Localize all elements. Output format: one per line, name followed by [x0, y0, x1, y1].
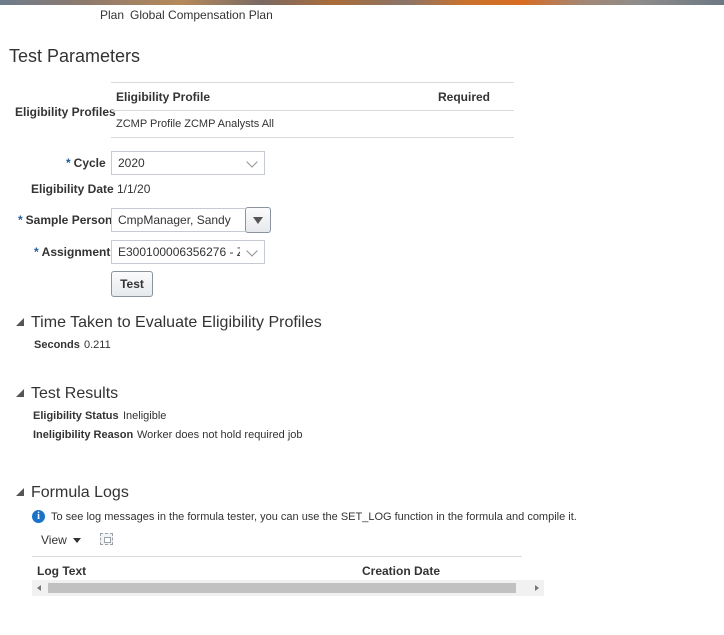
- required-asterisk: *: [18, 213, 23, 227]
- eligibility-status-label: Eligibility Status: [33, 410, 119, 422]
- column-header-log-text[interactable]: Log Text: [37, 564, 86, 578]
- column-header-creation-date[interactable]: Creation Date: [362, 564, 440, 578]
- table-row[interactable]: ZCMP Profile ZCMP Analysts All: [111, 111, 514, 137]
- seconds-label: Seconds: [34, 339, 80, 351]
- view-menu-label: View: [41, 533, 67, 547]
- info-message: To see log messages in the formula teste…: [51, 511, 577, 523]
- collapse-triangle-icon[interactable]: [16, 318, 24, 326]
- logs-table-top-border: [32, 556, 522, 557]
- formula-logs-title: Formula Logs: [31, 484, 129, 501]
- triangle-down-icon: [72, 537, 81, 543]
- detach-icon[interactable]: [100, 533, 113, 545]
- seconds-value: 0.211: [84, 339, 111, 351]
- cycle-label: * Cycle: [66, 156, 106, 170]
- scroll-right-icon[interactable]: [535, 585, 539, 591]
- cycle-select[interactable]: 2020: [111, 151, 265, 175]
- column-header-required[interactable]: Required: [438, 90, 490, 104]
- test-parameters-title: Test Parameters: [9, 46, 141, 66]
- cycle-value: 2020: [118, 156, 145, 170]
- view-menu[interactable]: View: [41, 533, 81, 547]
- test-button[interactable]: Test: [111, 271, 153, 297]
- ineligibility-reason-label: Ineligibility Reason: [33, 429, 134, 441]
- sample-person-input[interactable]: CmpManager, Sandy: [111, 208, 245, 232]
- required-asterisk: *: [34, 245, 39, 259]
- eligibility-date-value: 1/1/20: [117, 182, 151, 196]
- header-banner: [0, 0, 724, 5]
- plan-value: Global Compensation Plan: [130, 8, 273, 22]
- plan-label: Plan: [100, 8, 125, 22]
- scrollbar-thumb[interactable]: [48, 583, 516, 593]
- sample-person-label: * Sample Person: [18, 213, 113, 227]
- collapse-triangle-icon[interactable]: [16, 389, 24, 397]
- sample-person-value: CmpManager, Sandy: [118, 213, 231, 227]
- assignment-select[interactable]: E300100006356276 - ZCMP: [111, 240, 265, 264]
- test-results-title: Test Results: [31, 385, 119, 402]
- horizontal-scrollbar[interactable]: [32, 580, 544, 596]
- column-header-eligibility-profile[interactable]: Eligibility Profile: [116, 90, 210, 104]
- eligibility-date-label: Eligibility Date: [31, 182, 114, 196]
- eligibility-status-value: Ineligible: [123, 410, 167, 422]
- eligibility-profiles-label: Eligibility Profiles: [15, 105, 116, 119]
- table-bottom-border: [111, 137, 514, 138]
- time-taken-title: Time Taken to Evaluate Eligibility Profi…: [31, 314, 322, 331]
- profile-name-cell: ZCMP Profile ZCMP Analysts All: [116, 118, 274, 130]
- table-top-border: [111, 82, 514, 83]
- chevron-down-icon: [246, 156, 258, 168]
- info-icon: i: [32, 510, 45, 523]
- required-asterisk: *: [66, 156, 71, 170]
- scroll-left-icon[interactable]: [37, 585, 41, 591]
- triangle-down-icon: [253, 216, 263, 224]
- assignment-label: * Assignment: [34, 245, 111, 259]
- sample-person-dropdown-button[interactable]: [245, 207, 271, 233]
- collapse-triangle-icon[interactable]: [16, 488, 24, 496]
- ineligibility-reason-value: Worker does not hold required job: [137, 429, 303, 441]
